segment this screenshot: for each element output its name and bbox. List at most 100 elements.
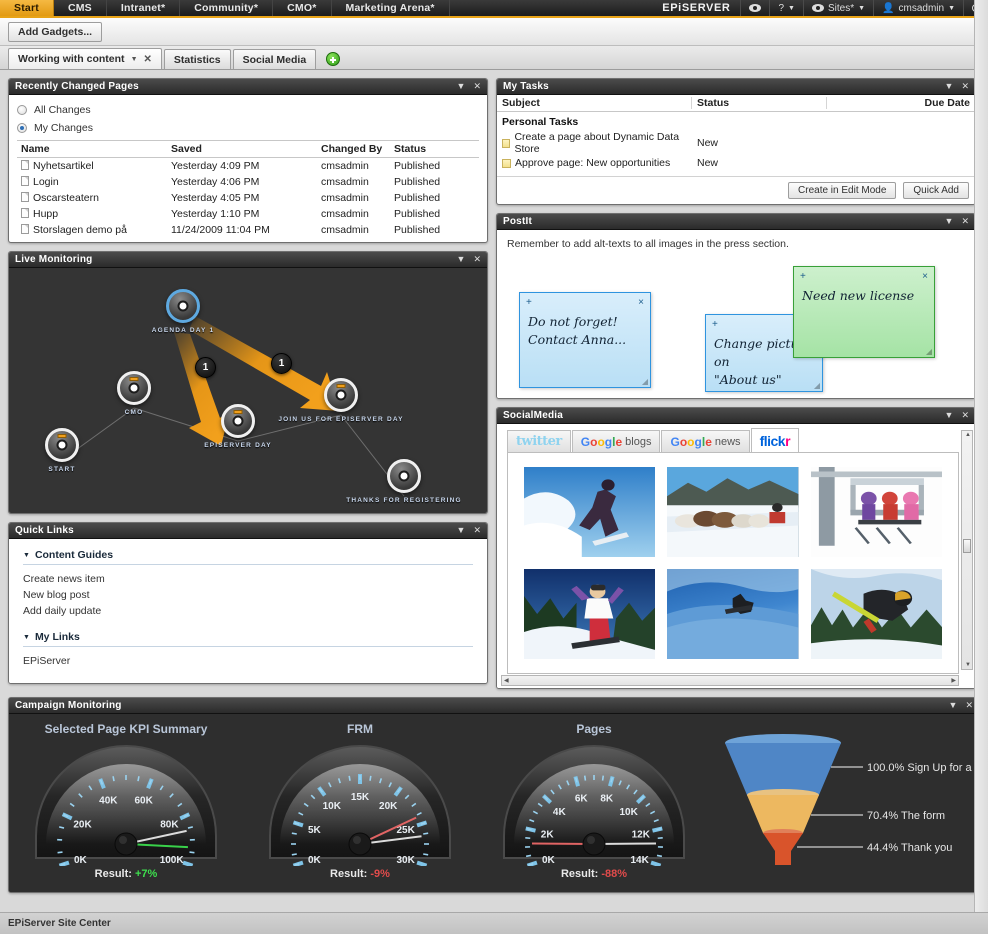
gadget-close-icon[interactable]: ✕ <box>961 411 969 420</box>
resize-grip-icon[interactable]: ◢ <box>642 377 648 386</box>
gadget-close-icon[interactable]: ✕ <box>473 526 481 535</box>
social-tab-flickr[interactable]: flickr <box>751 428 799 452</box>
postit-canvas[interactable]: Remember to add alt-texts to all images … <box>497 230 975 398</box>
svg-text:10K: 10K <box>323 801 342 812</box>
chevron-down-icon[interactable]: ▼ <box>23 552 30 559</box>
column-header-changed-by[interactable]: Changed By <box>317 141 390 158</box>
resize-grip-icon[interactable]: ◢ <box>814 381 820 390</box>
quick-add-button[interactable]: Quick Add <box>903 182 969 199</box>
radio-icon[interactable] <box>17 105 27 115</box>
chevron-down-icon[interactable]: ▼ <box>23 634 30 641</box>
quick-link-item[interactable]: Add daily update <box>23 603 473 619</box>
gadget-close-icon[interactable]: ✕ <box>961 217 969 226</box>
table-row[interactable]: Login Yesterday 4:06 PM cmsadmin Publish… <box>17 174 479 190</box>
task-row[interactable]: Approve page: New opportunities New <box>497 156 975 170</box>
live-monitoring-canvas[interactable]: 11 START CMO AGENDA DAY 1 EPISERVER DAY … <box>9 268 487 513</box>
add-note-icon[interactable]: + <box>800 271 806 282</box>
global-nav-item-start[interactable]: Start <box>0 0 54 16</box>
changes-filter-all-changes[interactable]: All Changes <box>17 104 479 116</box>
gadget-close-icon[interactable]: ✕ <box>473 82 481 91</box>
table-row[interactable]: Nyhetsartikel Yesterday 4:09 PM cmsadmin… <box>17 158 479 175</box>
flow-count-badge[interactable]: 1 <box>195 357 216 378</box>
column-header-name[interactable]: Name <box>17 141 167 158</box>
svg-text:70.4% The form: 70.4% The form <box>867 810 945 822</box>
postit-note[interactable]: + × Need new license ◢ <box>793 266 935 358</box>
flow-node-thanks[interactable]: THANKS FOR REGISTERING <box>387 459 421 493</box>
social-media-vertical-scrollbar[interactable]: ▲ ▼ <box>961 430 973 670</box>
chevron-down-icon[interactable]: ▼ <box>131 56 138 63</box>
flow-node-cmo[interactable]: CMO <box>117 371 151 405</box>
social-media-horizontal-scrollbar[interactable]: ◀ ▶ <box>501 675 959 686</box>
flickr-photo[interactable] <box>667 467 798 557</box>
postit-note-text[interactable]: Do not forget!Contact Anna... <box>520 311 650 355</box>
add-note-icon[interactable]: + <box>526 297 532 308</box>
gadget-menu-icon[interactable]: ▼ <box>945 82 954 91</box>
radio-icon[interactable] <box>17 123 27 133</box>
quick-links-section-header[interactable]: ▼ Content Guides <box>23 549 473 565</box>
social-tab-google-news[interactable]: Googlenews <box>661 430 749 452</box>
flickr-photo[interactable] <box>524 467 655 557</box>
global-nav-item-intranet[interactable]: Intranet* <box>107 0 180 16</box>
table-row[interactable]: Hupp Yesterday 1:10 PM cmsadmin Publishe… <box>17 206 479 222</box>
gadget-close-icon[interactable]: ✕ <box>473 255 481 264</box>
add-note-icon[interactable]: + <box>712 319 718 330</box>
flickr-photo[interactable] <box>524 569 655 659</box>
flow-node-epiday[interactable]: EPISERVER DAY <box>221 404 255 438</box>
quick-link-item[interactable]: Create news item <box>23 571 473 587</box>
flow-node-start[interactable]: START <box>45 428 79 462</box>
view-mode-button[interactable] <box>740 0 769 16</box>
quick-link-item[interactable]: EPiServer <box>23 653 473 669</box>
dashboard-tab-working-with-content[interactable]: Working with content ▼✕ <box>8 48 162 69</box>
gadget-menu-icon[interactable]: ▼ <box>457 526 466 535</box>
scroll-right-icon[interactable]: ▶ <box>951 677 956 684</box>
task-row[interactable]: Create a page about Dynamic Data Store N… <box>497 130 975 156</box>
postit-note-text[interactable]: Need new license <box>794 285 934 311</box>
changes-filter-my-changes[interactable]: My Changes <box>17 122 479 134</box>
help-button[interactable]: ? ▼ <box>769 0 803 16</box>
resize-grip-icon[interactable]: ◢ <box>926 347 932 356</box>
scroll-up-icon[interactable]: ▲ <box>965 432 971 438</box>
quick-links-section-header[interactable]: ▼ My Links <box>23 631 473 647</box>
create-in-edit-mode-button[interactable]: Create in Edit Mode <box>788 182 896 199</box>
dashboard-tab-social-media[interactable]: Social Media <box>233 49 317 69</box>
column-header-saved[interactable]: Saved <box>167 141 317 158</box>
gadget-menu-icon[interactable]: ▼ <box>949 701 958 710</box>
flickr-photo[interactable] <box>667 569 798 659</box>
tab-close-icon[interactable]: ✕ <box>144 54 152 65</box>
cell-saved: Yesterday 4:06 PM <box>167 174 317 190</box>
quick-link-item[interactable]: New blog post <box>23 587 473 603</box>
social-tab-google-blogs[interactable]: Googleblogs <box>572 430 661 452</box>
radio-label: All Changes <box>34 104 91 116</box>
table-row[interactable]: Oscarsteatern Yesterday 4:05 PM cmsadmin… <box>17 190 479 206</box>
gadget-menu-icon[interactable]: ▼ <box>457 255 466 264</box>
gadget-menu-icon[interactable]: ▼ <box>457 82 466 91</box>
flow-node-agenda[interactable]: AGENDA DAY 1 <box>166 289 200 323</box>
gadget-menu-icon[interactable]: ▼ <box>945 411 954 420</box>
table-row[interactable]: Storslagen demo på 11/24/2009 11:04 PM c… <box>17 222 479 238</box>
global-nav-item-cms[interactable]: CMS <box>54 0 107 16</box>
add-tab-icon[interactable] <box>326 52 340 66</box>
add-gadgets-button[interactable]: Add Gadgets... <box>8 22 102 42</box>
gadget-close-icon[interactable]: ✕ <box>965 701 973 710</box>
scrollbar-thumb[interactable] <box>963 539 971 553</box>
column-header-status[interactable]: Status <box>390 141 479 158</box>
scroll-left-icon[interactable]: ◀ <box>504 677 509 684</box>
flow-count-badge[interactable]: 1 <box>271 353 292 374</box>
postit-note[interactable]: + × Do not forget!Contact Anna... ◢ <box>519 292 651 388</box>
close-note-icon[interactable]: × <box>638 297 644 308</box>
social-tab-twitter[interactable]: twitter <box>507 430 571 452</box>
gadget-menu-icon[interactable]: ▼ <box>945 217 954 226</box>
global-nav-item-cmo[interactable]: CMO* <box>273 0 331 16</box>
scroll-down-icon[interactable]: ▼ <box>965 662 971 668</box>
flickr-photo[interactable] <box>811 467 942 557</box>
global-nav-item-community[interactable]: Community* <box>180 0 273 16</box>
dashboard-tab-statistics[interactable]: Statistics <box>164 49 231 69</box>
gadget-close-icon[interactable]: ✕ <box>961 82 969 91</box>
page-vertical-scrollbar[interactable] <box>974 0 988 912</box>
flow-node-joinus[interactable]: JOIN US FOR EPISERVER DAY <box>324 378 358 412</box>
sites-menu[interactable]: Sites* ▼ <box>803 0 873 16</box>
global-nav-item-marketing-arena[interactable]: Marketing Arena* <box>332 0 450 16</box>
user-menu[interactable]: 👤 cmsadmin ▼ <box>873 0 963 16</box>
close-note-icon[interactable]: × <box>922 271 928 282</box>
flickr-photo[interactable] <box>811 569 942 659</box>
